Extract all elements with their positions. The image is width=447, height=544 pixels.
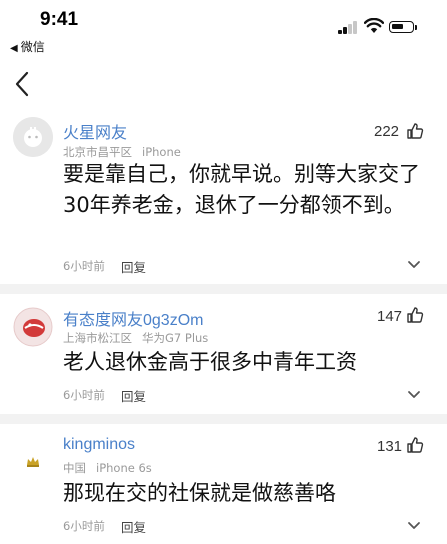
user-device: 华为G7 Plus	[142, 331, 209, 345]
thumbs-up-icon[interactable]	[406, 306, 424, 324]
section-divider	[0, 284, 447, 294]
default-avatar-icon	[13, 117, 53, 157]
status-bar: 9:41 ◀ 微信	[0, 0, 447, 58]
user-avatar[interactable]	[13, 117, 53, 157]
comment-text: 老人退休金高于很多中青年工资	[63, 350, 357, 374]
comment-text: 要是靠自己，你就早说。别等大家交了30年养老金，退休了一分都领不到。	[63, 162, 420, 217]
username-link[interactable]: kingminos	[63, 436, 135, 454]
comment-text: 那现在交的社保就是做慈善咯	[63, 481, 336, 505]
comment-meta: 中国 iPhone 6s	[63, 460, 152, 476]
battery-tip	[415, 25, 417, 30]
cellular-signal-icon	[338, 21, 360, 34]
comment-item: 有态度网友0g3zOm 上海市松江区 华为G7 Plus 147 老人退休金高于很…	[0, 294, 447, 414]
clock: 9:41	[40, 9, 79, 30]
user-location: 北京市昌平区	[63, 145, 132, 159]
comment-meta: 北京市昌平区 iPhone	[63, 144, 181, 160]
chevron-down-icon[interactable]	[407, 260, 421, 270]
comment-time: 6小时前	[63, 519, 105, 533]
chevron-down-icon[interactable]	[407, 390, 421, 400]
back-app-label: 微信	[20, 40, 45, 54]
battery-icon	[389, 21, 414, 33]
crown-icon	[27, 457, 39, 467]
section-divider	[0, 414, 447, 424]
comment-time: 6小时前	[63, 388, 105, 402]
user-avatar-image	[13, 307, 53, 347]
comment-item: kingminos 中国 iPhone 6s 131 那现在交的社保就是做慈善咯 …	[0, 424, 447, 544]
back-to-app-link[interactable]: ◀ 微信	[10, 38, 45, 55]
like-count: 147	[377, 308, 403, 325]
user-device: iPhone	[142, 145, 181, 159]
comment-item: 火星网友 北京市昌平区 iPhone 222 要是靠自己，你就早说。别等大家交了3…	[0, 112, 447, 284]
user-location: 中国	[63, 461, 86, 475]
thumbs-up-icon[interactable]	[406, 122, 424, 140]
comment-time: 6小时前	[63, 259, 105, 273]
username-link[interactable]: 火星网友	[63, 119, 127, 143]
user-avatar[interactable]	[13, 438, 53, 478]
user-avatar[interactable]	[13, 307, 53, 347]
chevron-down-icon[interactable]	[407, 521, 421, 531]
reply-button[interactable]: 回复	[121, 517, 146, 536]
user-location: 上海市松江区	[63, 331, 132, 345]
like-count: 131	[377, 438, 403, 455]
reply-button[interactable]: 回复	[121, 386, 146, 405]
wifi-icon	[364, 18, 384, 33]
thumbs-up-icon[interactable]	[406, 436, 424, 454]
user-device: iPhone 6s	[96, 461, 152, 475]
comment-meta: 上海市松江区 华为G7 Plus	[63, 330, 208, 346]
back-triangle-icon: ◀	[10, 43, 18, 54]
username-link[interactable]: 有态度网友0g3zOm	[63, 306, 203, 330]
back-chevron-icon[interactable]	[12, 70, 34, 98]
like-count: 222	[374, 123, 400, 140]
reply-button[interactable]: 回复	[121, 257, 146, 276]
